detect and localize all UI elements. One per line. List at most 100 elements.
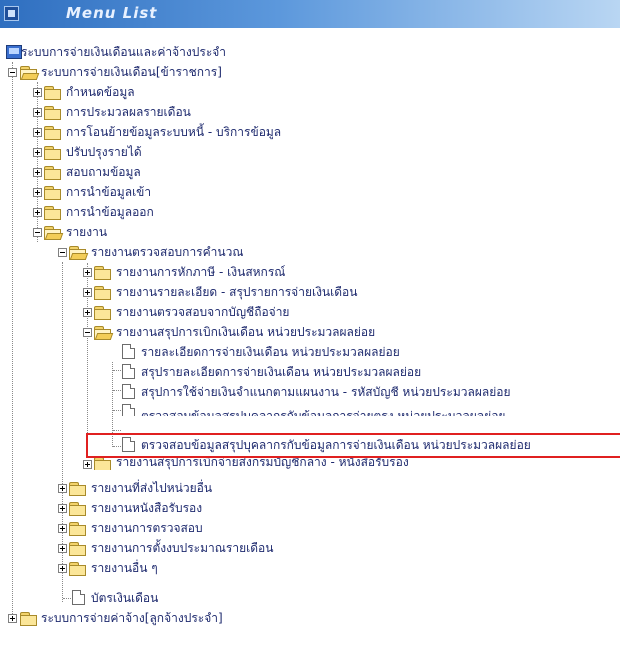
expand-icon[interactable] <box>58 564 67 573</box>
tree-node-label: การนำข้อมูลออก <box>66 205 154 219</box>
document-icon <box>122 404 135 416</box>
folder-icon <box>94 305 112 320</box>
collapse-icon[interactable] <box>58 248 67 257</box>
expand-icon[interactable] <box>33 148 42 157</box>
tree-node-label: รายงานการตรวจสอบ <box>91 521 203 535</box>
expand-icon[interactable] <box>58 484 67 493</box>
tree-node-calc-check[interactable]: รายงานตรวจสอบการคำนวณ <box>58 242 358 262</box>
tree-node-central-disbursement[interactable]: รายงานสรุปการเบิกจ่ายส่งกรมบัญชีกลาง - ห… <box>83 458 483 470</box>
folder-icon <box>69 561 87 576</box>
folder-icon <box>69 501 87 516</box>
expand-icon[interactable] <box>8 614 17 623</box>
document-icon <box>122 384 135 399</box>
tree-node-import-data[interactable]: การนำข้อมูลเข้า <box>33 182 333 202</box>
tree-node-reports[interactable]: รายงาน <box>33 222 333 242</box>
tree-node-label: รายงานตรวจสอบการคำนวณ <box>91 245 244 259</box>
collapse-icon[interactable] <box>33 228 42 237</box>
collapse-icon[interactable] <box>83 328 92 337</box>
folder-icon <box>69 481 87 496</box>
tree-node-salary-summary[interactable]: รายงานสรุปการเบิกเงินเดือน หน่วยประมวลผล… <box>83 322 483 342</box>
tree-node-query-data[interactable]: สอบถามข้อมูล <box>33 162 333 182</box>
document-icon <box>72 590 85 605</box>
tree-node-other-reports[interactable]: รายงานอื่น ๆ <box>58 558 358 578</box>
folder-icon <box>44 165 62 180</box>
folder-icon <box>44 85 62 100</box>
tree-doc-label: รายละเอียดการจ่ายเงินเดือน หน่วยประมวลผล… <box>141 345 400 359</box>
tree-node-label: รายงานรายละเอียด - สรุปรายการจ่ายเงินเดื… <box>116 285 358 299</box>
tree-root[interactable]: ระบบการจ่ายเงินเดือนและค่าจ้างประจำ <box>4 42 304 62</box>
tree-node-label: รายงานการตั้งงบประมาณรายเดือน <box>91 541 274 555</box>
tree-node-label: การนำข้อมูลเข้า <box>66 185 152 199</box>
tree-node-monthly-budget[interactable]: รายงานการตั้งงบประมาณรายเดือน <box>58 538 378 558</box>
folder-icon <box>94 458 112 470</box>
tree-doc-direct-pay-check[interactable]: ตรวจสอบข้อมูลสรุปบุคลากรกับข้อมูลการจ่าย… <box>118 402 598 416</box>
tree-node-sent-other[interactable]: รายงานที่ส่งไปหน่วยอื่น <box>58 478 358 498</box>
tree-node-debt-transfer[interactable]: การโอนย้ายข้อมูลระบบหนี้ - บริการข้อมูล <box>33 122 373 142</box>
expand-icon[interactable] <box>83 460 92 469</box>
folder-open-icon <box>69 245 89 260</box>
folder-icon <box>69 541 87 556</box>
expand-icon[interactable] <box>83 288 92 297</box>
tree-node-label: การประมวลผลรายเดือน <box>66 105 191 119</box>
tree-node-label: ระบบการจ่ายค่าจ้าง[ลูกจ้างประจำ] <box>41 611 223 625</box>
tree-doc-salary-detail[interactable]: รายละเอียดการจ่ายเงินเดือน หน่วยประมวลผล… <box>118 342 518 362</box>
tree-node-define-data[interactable]: กำหนดข้อมูล <box>33 82 333 102</box>
tree-node-label: ปรับปรุงรายได้ <box>66 145 142 159</box>
expand-icon[interactable] <box>33 168 42 177</box>
expand-icon[interactable] <box>58 504 67 513</box>
tree-node-label: สอบถามข้อมูล <box>66 165 141 179</box>
expand-icon[interactable] <box>83 268 92 277</box>
tree-node-label: รายงานสรุปการเบิกจ่ายส่งกรมบัญชีกลาง - ห… <box>116 458 409 469</box>
tree-node-label: รายงานการหักภาษี - เงินสหกรณ์ <box>116 265 286 279</box>
tree-node-label: รายงานที่ส่งไปหน่วยอื่น <box>91 481 213 495</box>
tree-node-label: กำหนดข้อมูล <box>66 85 135 99</box>
folder-icon <box>44 205 62 220</box>
tree-doc-salary-card[interactable]: บัตรเงินเดือน <box>68 588 368 608</box>
tree-node-adjust-income[interactable]: ปรับปรุงรายได้ <box>33 142 333 162</box>
folder-icon <box>69 521 87 536</box>
tree-doc-plan-account[interactable]: สรุปการใช้จ่ายเงินจำแนกตามแผนงาน - รหัสบ… <box>118 382 598 402</box>
folder-icon <box>44 145 62 160</box>
tree-node-label: รายงานตรวจสอบจากบัญชีถือจ่าย <box>116 305 290 319</box>
tree-doc-label: ตรวจสอบข้อมูลสรุปบุคลากรกับข้อมูลการจ่าย… <box>141 409 506 416</box>
tree-doc-label: สรุปการใช้จ่ายเงินจำแนกตามแผนงาน - รหัสบ… <box>141 385 511 399</box>
expand-icon[interactable] <box>58 524 67 533</box>
tree-node-label: รายงานหนังสือรับรอง <box>91 501 203 515</box>
expand-icon[interactable] <box>33 108 42 117</box>
tree-node-employee-wage[interactable]: ระบบการจ่ายค่าจ้าง[ลูกจ้างประจำ] <box>8 608 328 628</box>
expand-icon[interactable] <box>33 128 42 137</box>
expand-icon[interactable] <box>83 308 92 317</box>
folder-open-icon <box>44 225 64 240</box>
highlight-box <box>86 433 620 458</box>
expand-icon[interactable] <box>33 208 42 217</box>
expand-icon[interactable] <box>58 544 67 553</box>
expand-icon[interactable] <box>33 188 42 197</box>
tree-node-tax-coop[interactable]: รายงานการหักภาษี - เงินสหกรณ์ <box>83 262 403 282</box>
tree-doc-summary-detail[interactable]: สรุปรายละเอียดการจ่ายเงินเดือน หน่วยประม… <box>118 362 518 382</box>
folder-icon <box>94 285 112 300</box>
tree-node-civil-salary[interactable]: ระบบการจ่ายเงินเดือน[ข้าราชการ] <box>8 62 328 82</box>
tree-node-monthly-process[interactable]: การประมวลผลรายเดือน <box>33 102 333 122</box>
system-icon <box>6 45 22 59</box>
document-icon <box>122 364 135 379</box>
menu-tree: ระบบการจ่ายเงินเดือนและค่าจ้างประจำ ระบบ… <box>0 0 620 652</box>
tree-node-audit[interactable]: รายงานการตรวจสอบ <box>58 518 358 538</box>
folder-icon <box>94 265 112 280</box>
tree-node-label: รายงาน <box>66 225 108 239</box>
tree-node-certificate[interactable]: รายงานหนังสือรับรอง <box>58 498 358 518</box>
folder-icon <box>20 611 38 626</box>
tree-root-label: ระบบการจ่ายเงินเดือนและค่าจ้างประจำ <box>21 45 227 59</box>
tree-node-label: รายงานอื่น ๆ <box>91 561 158 575</box>
tree-node-detail-summary[interactable]: รายงานรายละเอียด - สรุปรายการจ่ายเงินเดื… <box>83 282 443 302</box>
document-icon <box>122 344 135 359</box>
collapse-icon[interactable] <box>8 68 17 77</box>
folder-open-icon <box>94 325 114 340</box>
tree-node-ledger-check[interactable]: รายงานตรวจสอบจากบัญชีถือจ่าย <box>83 302 403 322</box>
tree-line <box>12 62 13 622</box>
tree-node-label: ระบบการจ่ายเงินเดือน[ข้าราชการ] <box>41 65 222 79</box>
tree-node-export-data[interactable]: การนำข้อมูลออก <box>33 202 333 222</box>
tree-node-label: รายงานสรุปการเบิกเงินเดือน หน่วยประมวลผล… <box>116 325 376 339</box>
folder-open-icon <box>20 65 40 80</box>
tree-doc-label: สรุปรายละเอียดการจ่ายเงินเดือน หน่วยประม… <box>141 365 422 379</box>
expand-icon[interactable] <box>33 88 42 97</box>
